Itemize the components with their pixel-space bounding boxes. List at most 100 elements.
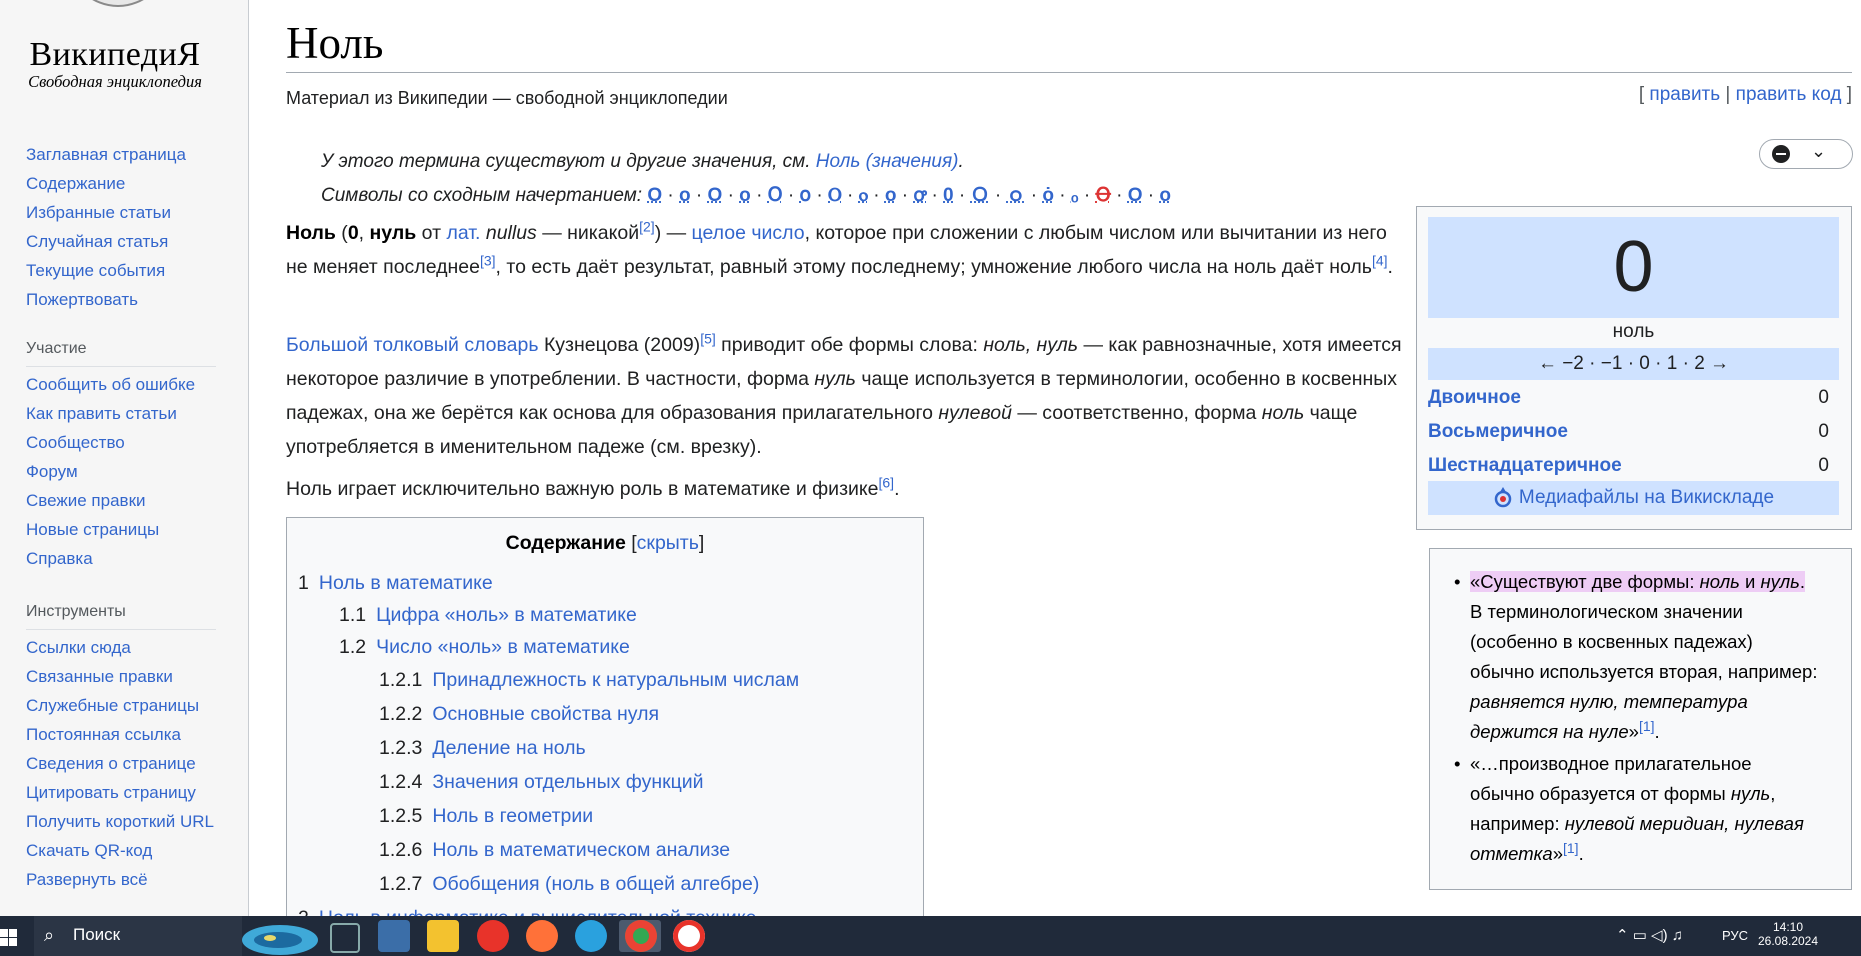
taskbar-search[interactable]: ⌕ Поиск [34, 916, 242, 956]
sidebar-item-donate[interactable]: Пожертвовать [26, 290, 216, 309]
reference-link[interactable]: [5] [700, 331, 716, 347]
toc-item[interactable]: 1.2.2 Основные свойства нуля [379, 703, 659, 726]
symbol-link[interactable]: О [647, 185, 662, 206]
symbol-link[interactable]: о [679, 185, 691, 206]
sidebar-item-related-changes[interactable]: Связанные правки [26, 667, 216, 686]
sidebar-item-permanent-link[interactable]: Постоянная ссылка [26, 725, 216, 744]
input-language-indicator[interactable]: РУС [1722, 928, 1748, 943]
edit-separator: | [1720, 84, 1736, 105]
yandex-browser-icon[interactable] [477, 920, 509, 952]
calculator-icon[interactable] [378, 920, 410, 952]
sidebar: ВикипедиЯ Свободная энциклопедия Заглавн… [0, 0, 249, 916]
similar-symbols-label: Символы со сходным начертанием: [321, 185, 648, 206]
taskbar: ⌕ Поиск ⌃ ▭ ◁) ♫ РУС 14:10 26.08.2024 [0, 916, 1861, 956]
windows-start-icon[interactable] [0, 916, 34, 956]
toc-hide-link[interactable]: скрыть [637, 532, 699, 554]
telegram-icon[interactable] [575, 920, 607, 952]
sidebar-item-help[interactable]: Справка [26, 549, 216, 568]
file-explorer-icon[interactable] [427, 920, 459, 952]
search-label: Поиск [73, 925, 121, 944]
octal-link[interactable]: Восьмеричное [1428, 421, 1568, 442]
wikipedia-globe-logo[interactable] [53, 0, 183, 26]
sidebar-item-cite[interactable]: Цитировать страницу [26, 783, 216, 802]
clock[interactable]: 14:10 26.08.2024 [1753, 920, 1823, 948]
sidebar-item-short-url[interactable]: Получить короткий URL [26, 812, 216, 831]
wikimedia-commons-icon [1494, 486, 1512, 508]
infobox-name: ноль [1612, 321, 1655, 342]
symbol-link[interactable]: ｏ [1006, 185, 1025, 206]
reference-link[interactable]: [2] [639, 219, 655, 235]
symbol-link[interactable]: օ [800, 185, 812, 206]
toc-item[interactable]: 1.1 Цифра «ноль» в математике [339, 604, 637, 627]
sidebar-item-random[interactable]: Случайная статья [26, 232, 216, 251]
sidebar-item-how-to-edit[interactable]: Как править статьи [26, 404, 216, 423]
symbol-link[interactable]: ꝍ [913, 185, 926, 206]
toc-item[interactable]: 1.2.1 Принадлежность к натуральным числам [379, 669, 799, 692]
system-tray-icons[interactable]: ⌃ ▭ ◁) ♫ [1616, 926, 1683, 944]
toc-item[interactable]: 1.2 Число «ноль» в математике [339, 636, 630, 659]
sidebar-item-report-error[interactable]: Сообщить об ошибке [26, 375, 216, 394]
sidebar-item-special-pages[interactable]: Служебные страницы [26, 696, 216, 715]
sidebar-item-expand-all[interactable]: Развернуть всё [26, 870, 216, 889]
sidebar-item-main-page[interactable]: Заглавная страница [26, 145, 216, 164]
reference-link[interactable]: [6] [879, 475, 895, 491]
edit-source-link[interactable]: править код [1736, 84, 1842, 105]
commons-link[interactable]: Медиафайлы на Викискладе [1519, 487, 1774, 508]
symbol-link-missing[interactable]: Ꝋ [1096, 185, 1111, 206]
latin-link[interactable]: лат. [446, 222, 480, 244]
sidebar-item-current-events[interactable]: Текущие события [26, 261, 216, 280]
symbol-link[interactable]: o [1159, 185, 1171, 206]
reference-link[interactable]: [1] [1639, 718, 1655, 734]
sidebar-item-page-info[interactable]: Сведения о странице [26, 754, 216, 773]
chrome-icon[interactable] [625, 920, 657, 952]
disambiguation-link[interactable]: Ноль (значения) [816, 151, 959, 172]
infobox-numeral: 0 [1428, 217, 1839, 318]
symbol-link[interactable]: ᴏ [885, 185, 897, 206]
symbol-link[interactable]: Ｏ [971, 185, 990, 206]
search-highlight-image[interactable] [240, 918, 320, 956]
firefox-icon[interactable] [526, 920, 558, 952]
sidebar-item-forum[interactable]: Форум [26, 462, 216, 481]
binary-link[interactable]: Двоичное [1428, 387, 1521, 408]
symbol-link[interactable]: 0 [943, 185, 954, 206]
toc-item[interactable]: 1 Ноль в математике [298, 572, 493, 595]
sidebar-item-recent-changes[interactable]: Свежие правки [26, 491, 216, 510]
reference-link[interactable]: [1] [1563, 840, 1579, 856]
toc-item[interactable]: 1.2.7 Обобщения (ноль в общей алгебре) [379, 873, 759, 896]
symbol-link[interactable]: ₒ [1071, 185, 1079, 206]
edit-link[interactable]: править [1649, 84, 1720, 105]
symbol-link[interactable]: Ⲟ [828, 185, 842, 206]
hatnote-period: . [958, 151, 964, 172]
task-view-icon[interactable] [330, 923, 360, 953]
yandex-icon[interactable] [673, 920, 705, 952]
integer-link[interactable]: целое число [692, 222, 805, 244]
hex-link[interactable]: Шестнадцатеричное [1428, 455, 1622, 476]
toc-item[interactable]: 1.2.6 Ноль в математическом анализе [379, 839, 730, 862]
minus-circle-icon [1772, 145, 1790, 163]
toc-item[interactable]: 1.2.5 Ноль в геометрии [379, 805, 593, 828]
toc-item[interactable]: 1.2.4 Значения отдельных функций [379, 771, 704, 794]
sidebar-item-new-pages[interactable]: Новые страницы [26, 520, 216, 539]
symbol-link[interactable]: O [1128, 185, 1143, 206]
symbol-link[interactable]: ⲟ [859, 185, 868, 206]
reference-link[interactable]: [4] [1372, 253, 1388, 269]
appearance-toggle-button[interactable]: ⌄ [1759, 139, 1853, 169]
logo-wordmark[interactable]: ВикипедиЯ [0, 36, 230, 74]
sidebar-item-featured[interactable]: Избранные статьи [26, 203, 216, 222]
symbol-link[interactable]: ȯ [1042, 185, 1054, 206]
symbol-link[interactable]: Ο [708, 185, 723, 206]
importance-paragraph: Ноль играет исключительно важную роль в … [286, 474, 900, 501]
table-of-contents: Содержание [скрыть] 1 Ноль в математике 1… [286, 517, 924, 939]
symbol-link[interactable]: ο [739, 185, 751, 206]
sidebar-item-what-links-here[interactable]: Ссылки сюда [26, 638, 216, 657]
sidebar-item-qr-code[interactable]: Скачать QR-код [26, 841, 216, 860]
sidebar-item-contents[interactable]: Содержание [26, 174, 216, 193]
toc-item[interactable]: 1.2.3 Деление на ноль [379, 737, 586, 760]
dictionary-link[interactable]: Большой толковый словарь [286, 334, 539, 356]
infobox-number-nav[interactable]: ← −2 · −1 · 0 · 1 · 2 → [1428, 348, 1839, 380]
symbol-link[interactable]: Օ [768, 185, 783, 206]
reference-link[interactable]: [3] [480, 253, 496, 269]
site-tagline: Материал из Википедии — свободной энцикл… [286, 88, 728, 108]
commons-media-row[interactable]: Медиафайлы на Викискладе [1428, 481, 1839, 515]
sidebar-item-community[interactable]: Сообщество [26, 433, 216, 452]
